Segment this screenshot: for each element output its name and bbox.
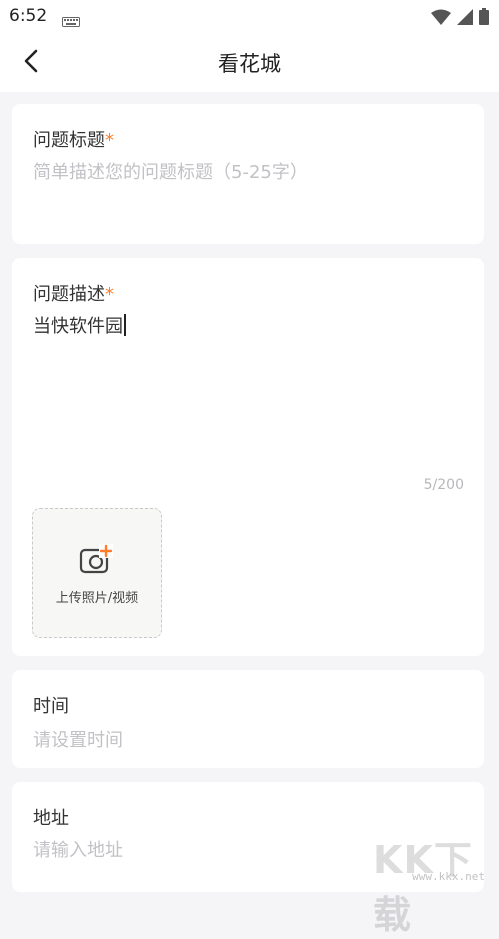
- keyboard-icon: [62, 12, 80, 31]
- address-field-label: 地址: [33, 808, 69, 829]
- character-counter: 5/200: [423, 477, 464, 493]
- upload-media-button[interactable]: 上传照片/视频: [32, 508, 162, 638]
- description-input[interactable]: 当快软件园: [33, 312, 126, 338]
- title-input[interactable]: 简单描述您的问题标题（5-25字）: [33, 158, 308, 184]
- watermark-logo: KK下载: [373, 838, 473, 937]
- page-title: 看花城: [218, 52, 281, 76]
- description-card: 问题描述* 当快软件园 5/200 上传照片/视频: [12, 258, 484, 656]
- time-input[interactable]: 请设置时间: [33, 726, 123, 752]
- required-mark: *: [105, 284, 114, 305]
- status-time: 6:52: [9, 6, 48, 26]
- title-label-text: 问题标题: [33, 130, 105, 151]
- status-bar: 6:52: [0, 0, 499, 32]
- title-field-label: 问题标题*: [33, 126, 114, 152]
- watermark-url: www.kkx.net: [412, 870, 485, 883]
- description-value: 当快软件园: [33, 316, 123, 337]
- signal-icon: [457, 8, 473, 29]
- nav-bar: 看花城: [0, 32, 499, 92]
- title-card[interactable]: 问题标题* 简单描述您的问题标题（5-25字）: [12, 104, 484, 244]
- text-caret: [124, 314, 126, 336]
- description-label-text: 问题描述: [33, 284, 105, 305]
- description-field-label: 问题描述*: [33, 280, 114, 306]
- battery-icon: [479, 8, 489, 29]
- upload-label: 上传照片/视频: [55, 591, 139, 606]
- wifi-icon: [431, 9, 451, 29]
- status-icons: [431, 8, 489, 29]
- time-field-label: 时间: [33, 696, 69, 717]
- required-mark: *: [105, 130, 114, 151]
- address-input[interactable]: 请输入地址: [33, 836, 123, 862]
- watermark: KK下载 www.kkx.net: [373, 829, 493, 937]
- camera-add-icon: [79, 543, 115, 581]
- time-card[interactable]: 时间 请设置时间: [12, 670, 484, 768]
